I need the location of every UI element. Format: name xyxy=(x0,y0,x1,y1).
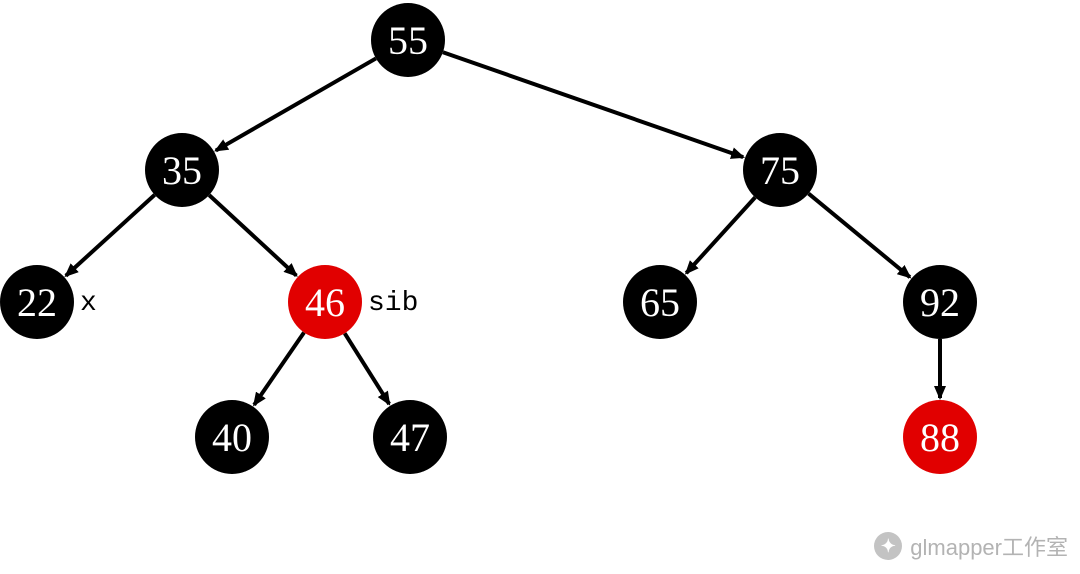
edge-75-92 xyxy=(809,194,910,278)
edge-55-35 xyxy=(216,58,376,150)
tree-node-22: 22 xyxy=(0,265,74,339)
edge-75-65 xyxy=(686,197,755,273)
edge-46-47 xyxy=(345,333,390,404)
wechat-icon: ✦ xyxy=(874,532,902,560)
annotation-sib: sib xyxy=(368,288,418,319)
tree-node-92: 92 xyxy=(903,265,977,339)
watermark-text: glmapper工作室 xyxy=(910,530,1068,562)
tree-node-46: 46 xyxy=(288,265,362,339)
edge-35-46 xyxy=(209,195,296,275)
tree-node-75: 75 xyxy=(743,133,817,207)
watermark: ✦ glmapper工作室 xyxy=(874,530,1068,562)
edge-55-75 xyxy=(443,52,743,157)
tree-node-40: 40 xyxy=(195,400,269,474)
annotation-x: x xyxy=(80,288,97,319)
edge-46-40 xyxy=(254,332,304,404)
tree-node-88: 88 xyxy=(903,400,977,474)
tree-node-55: 55 xyxy=(371,3,445,77)
edge-35-22 xyxy=(66,195,155,276)
tree-node-47: 47 xyxy=(373,400,447,474)
tree-node-65: 65 xyxy=(623,265,697,339)
tree-node-35: 35 xyxy=(145,133,219,207)
